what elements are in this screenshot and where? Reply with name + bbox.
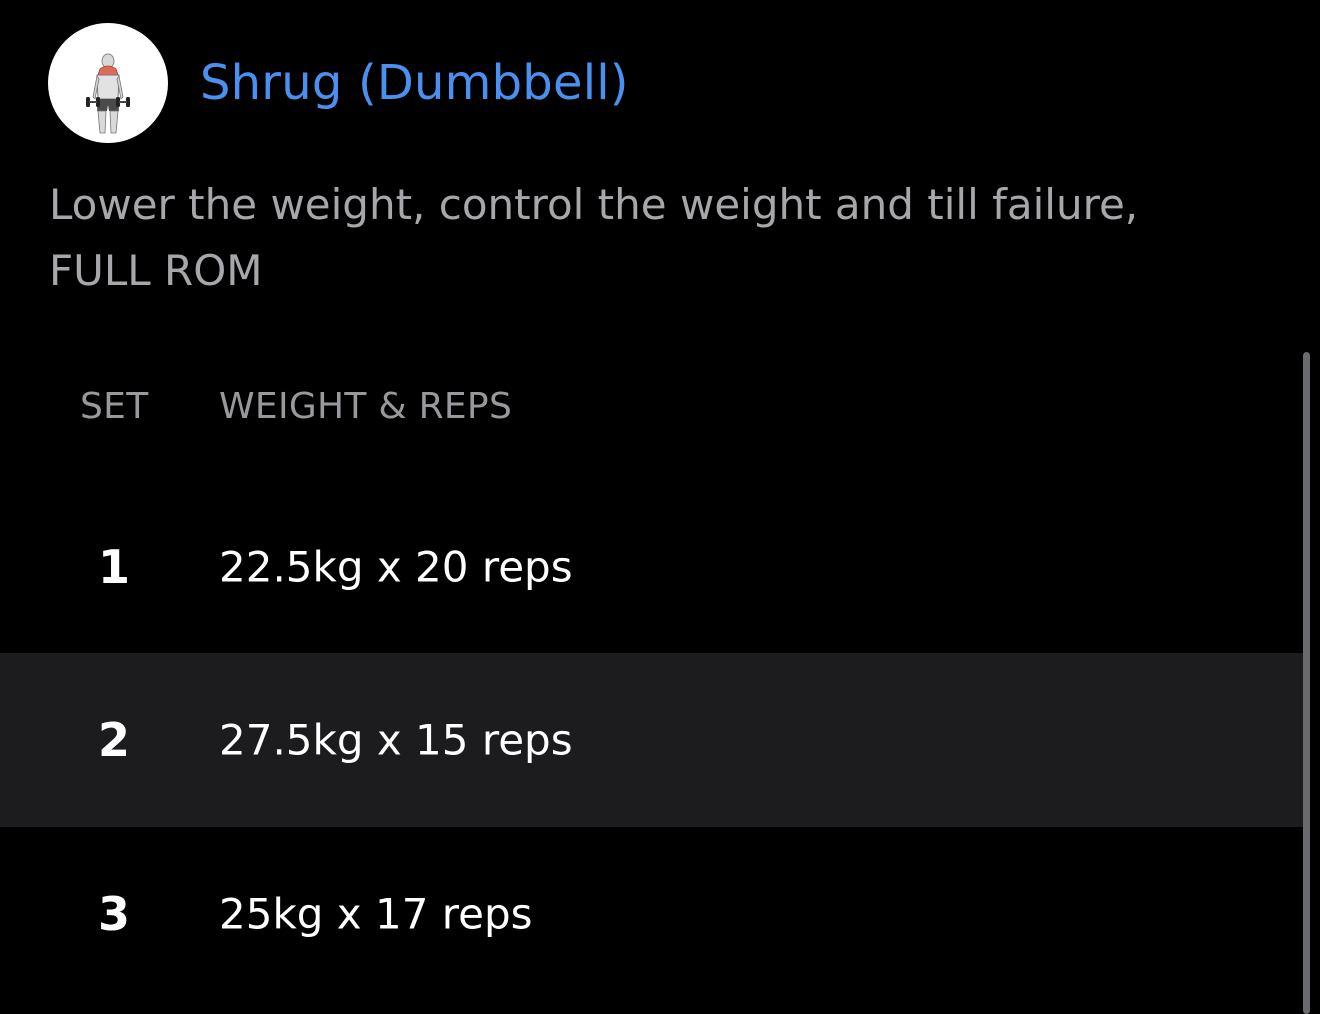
scrollbar[interactable]	[1303, 352, 1310, 1014]
set-weight-reps: 27.5kg x 15 reps	[219, 715, 573, 765]
set-number: 3	[97, 887, 130, 941]
set-weight-reps: 22.5kg x 20 reps	[219, 542, 573, 592]
exercise-notes: Lower the weight, control the weight and…	[49, 180, 1139, 295]
set-number: 2	[97, 713, 130, 767]
set-row-1[interactable]: 1 22.5kg x 20 reps	[0, 480, 1304, 654]
set-row-2[interactable]: 2 27.5kg x 15 reps	[0, 653, 1304, 827]
shrug-exercise-illustration-icon	[86, 53, 130, 134]
exercise-header: Shrug (Dumbbell)	[48, 23, 629, 143]
set-row-3[interactable]: 3 25kg x 17 reps	[0, 827, 1304, 1001]
set-number: 1	[97, 540, 130, 594]
set-weight-reps: 25kg x 17 reps	[219, 889, 533, 939]
set-column-header: SET	[80, 386, 149, 427]
exercise-title[interactable]: Shrug (Dumbbell)	[200, 55, 629, 111]
exercise-avatar[interactable]	[48, 23, 168, 143]
weight-reps-column-header: WEIGHT & REPS	[219, 386, 513, 427]
